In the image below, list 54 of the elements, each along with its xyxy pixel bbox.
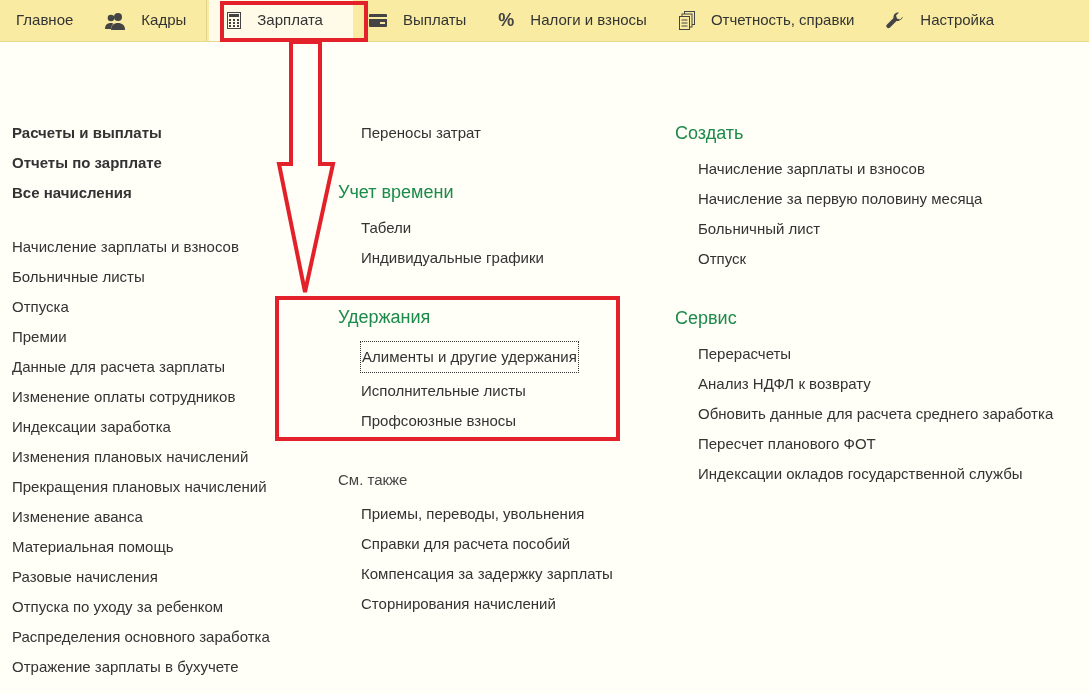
menu-link[interactable]: Материальная помощь <box>12 532 174 562</box>
menu-link[interactable]: Профсоюзные взносы <box>361 406 517 436</box>
menu-link[interactable]: Приемы, переводы, увольнения <box>361 499 585 529</box>
section-tab[interactable]: Настройка <box>870 0 1011 41</box>
menu-link[interactable]: Больничные листы <box>12 262 145 292</box>
menu-link[interactable]: Индексации окладов государственной службы <box>698 459 1023 489</box>
menu-link[interactable]: Начисление за первую половину месяца <box>698 184 983 214</box>
menu-link[interactable]: Отпуск <box>698 244 747 274</box>
menu-link[interactable]: Разовые начисления <box>12 562 158 592</box>
calculator-icon <box>227 12 242 29</box>
menu-link[interactable]: Прекращения плановых начислений <box>12 472 267 502</box>
menu-link[interactable]: Перерасчеты <box>698 339 792 369</box>
menu-link[interactable]: Отражение зарплаты в бухучете <box>12 652 239 682</box>
menu-link[interactable]: Справки для расчета пособий <box>361 529 571 559</box>
menu-link[interactable]: Расчеты и выплаты <box>12 118 162 148</box>
menu-link[interactable]: Изменения плановых начислений <box>12 442 249 472</box>
people-icon <box>105 11 126 30</box>
menu-link[interactable]: Распределения основного заработка <box>12 622 270 652</box>
menu-link[interactable]: Компенсация за задержку зарплаты <box>361 559 613 589</box>
menu-link[interactable]: Анализ НДФЛ к возврату <box>698 369 871 399</box>
menu-link[interactable]: Изменение аванса <box>12 502 143 532</box>
documents-icon <box>678 11 695 30</box>
card-icon <box>368 14 387 27</box>
menu-link[interactable]: Начисление зарплаты и взносов <box>12 232 239 262</box>
menu-link[interactable]: Табели <box>361 213 412 243</box>
section-tab[interactable]: Главное <box>0 0 90 41</box>
menu-link[interactable]: Переносы затрат <box>361 118 481 148</box>
section-heading: Создать <box>675 122 744 145</box>
menu-link[interactable]: Отчеты по зарплате <box>12 148 162 178</box>
menu-link[interactable]: Индивидуальные графики <box>361 243 544 273</box>
percent-icon: % <box>498 7 515 34</box>
menu-link[interactable]: Изменение оплаты сотрудников <box>12 382 236 412</box>
menu-link[interactable]: Данные для расчета зарплаты <box>12 352 226 382</box>
menu-link[interactable]: Индексации заработка <box>12 412 171 442</box>
menu-link[interactable]: Исполнительные листы <box>361 376 526 406</box>
section-tab[interactable]: Выплаты <box>352 0 483 41</box>
menu-link[interactable]: Сторнирования начислений <box>361 589 556 619</box>
section-tab[interactable]: Отчетность, справки <box>662 0 871 41</box>
section-tab[interactable]: % Налоги и взносы <box>482 0 663 41</box>
wrench-icon <box>886 11 905 30</box>
menu-link[interactable]: Отпуска по уходу за ребенком <box>12 592 224 622</box>
menu-link[interactable]: Начисление зарплаты и взносов <box>698 154 925 184</box>
menu-link[interactable]: Премии <box>12 322 67 352</box>
section-heading: Удержания <box>338 306 431 329</box>
menu-link[interactable]: Обновить данные для расчета среднего заработка <box>698 399 1054 429</box>
section-heading: Сервис <box>675 307 737 330</box>
section-heading: Учет времени <box>338 181 454 204</box>
menu-link[interactable]: Больничный лист <box>698 214 820 244</box>
section-heading: См. также <box>338 470 408 490</box>
menu-link[interactable]: Алименты и другие удержания <box>361 342 578 372</box>
menu-link[interactable]: Отпуска <box>12 292 69 322</box>
menu-link[interactable]: Пересчет планового ФОТ <box>698 429 876 459</box>
section-tab[interactable]: Кадры <box>89 0 208 41</box>
menu-link[interactable]: Все начисления <box>12 178 132 208</box>
